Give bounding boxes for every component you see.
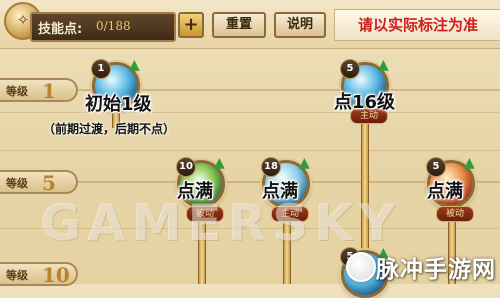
- skill-rank-badge: 18: [261, 157, 281, 177]
- level-number: 5: [42, 171, 56, 195]
- level-tab-5: 等级 5: [0, 170, 78, 195]
- level-number: 10: [42, 263, 70, 287]
- level-label: 等级: [6, 177, 28, 190]
- skill-type-tag: 被动: [436, 206, 474, 222]
- upgrade-arrow-icon: ▲: [464, 155, 475, 171]
- skill-rank-badge: 1: [91, 59, 111, 79]
- site-watermark: GAMERSKY: [40, 194, 402, 252]
- upgrade-arrow-icon: ▲: [299, 155, 310, 171]
- level-label: 等级: [6, 85, 28, 98]
- reset-button[interactable]: 重置: [212, 12, 266, 38]
- skill-rank-badge: 5: [340, 59, 360, 79]
- help-button[interactable]: 说明: [274, 12, 326, 38]
- level-label: 等级: [6, 269, 28, 282]
- skill-rank-badge: 5: [426, 157, 446, 177]
- level-number: 1: [42, 79, 56, 103]
- skill-annotation: 初始1级: [85, 94, 152, 115]
- skill-points-panel: 技能点: 0/188: [30, 12, 176, 42]
- skill-annotation-note: （前期过渡，后期不点）: [43, 122, 176, 136]
- note-banner: 请以实际标注为准: [334, 9, 500, 41]
- level-tab-10: 等级 10: [0, 262, 78, 287]
- upgrade-arrow-icon: ▲: [129, 57, 140, 73]
- upgrade-arrow-icon: ▲: [378, 57, 389, 73]
- upgrade-arrow-icon: ▲: [214, 155, 225, 171]
- top-bar: ✧ 技能点: 0/188 + 重置 说明 请以实际标注为准: [0, 0, 500, 49]
- skill-annotation: 点满: [427, 181, 463, 202]
- corner-watermark: 脉冲手游网: [376, 257, 496, 283]
- skill-points-label: 技能点:: [38, 22, 83, 37]
- skill-rank-badge: 10: [176, 157, 196, 177]
- level-tab-1: 等级 1: [0, 78, 78, 103]
- add-skill-point-button[interactable]: +: [178, 12, 204, 38]
- corner-logo-icon: [346, 252, 376, 282]
- skill-points-value: 0/188: [96, 19, 131, 33]
- skill-annotation: 点16级: [334, 92, 396, 113]
